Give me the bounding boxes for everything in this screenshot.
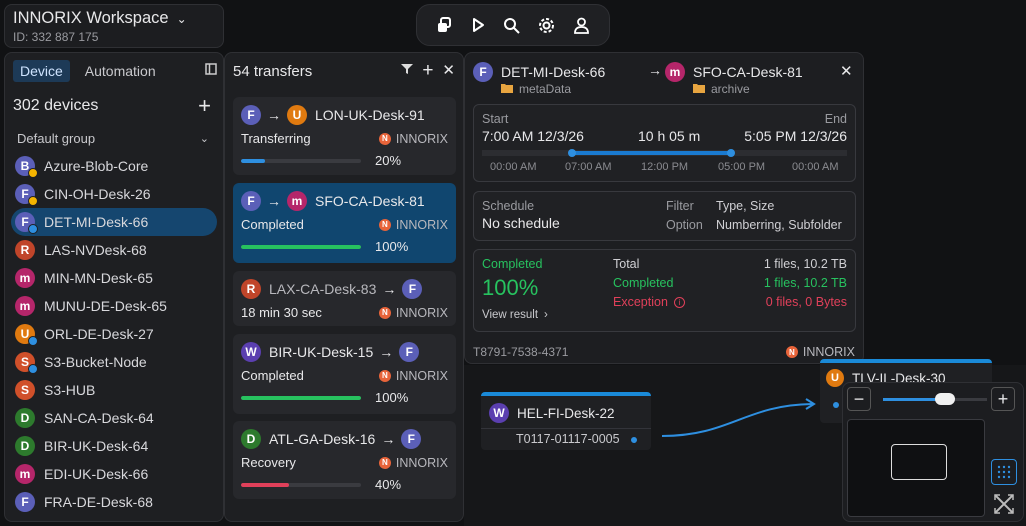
canvas-node-source[interactable]: W HEL-FI-Desk-22 T0117-01117-0005 [481, 392, 651, 450]
node-avatar: U [826, 369, 844, 387]
zoom-slider[interactable] [883, 393, 987, 405]
node-avatar: W [489, 403, 509, 423]
minimap-viewport[interactable] [891, 444, 947, 480]
minimap[interactable] [847, 419, 985, 517]
fit-view-icon[interactable] [991, 491, 1017, 517]
node-name: HEL-FI-Desk-22 [517, 405, 615, 421]
zoom-control: − + [842, 382, 1024, 522]
node-job-id: T0117-01117-0005 [516, 432, 620, 446]
zoom-slider-handle[interactable] [935, 393, 956, 405]
zoom-out-button[interactable]: − [847, 387, 871, 411]
input-port[interactable] [833, 402, 839, 408]
output-port[interactable] [631, 437, 637, 443]
grid-icon[interactable] [991, 459, 1017, 485]
zoom-in-button[interactable]: + [991, 387, 1015, 411]
